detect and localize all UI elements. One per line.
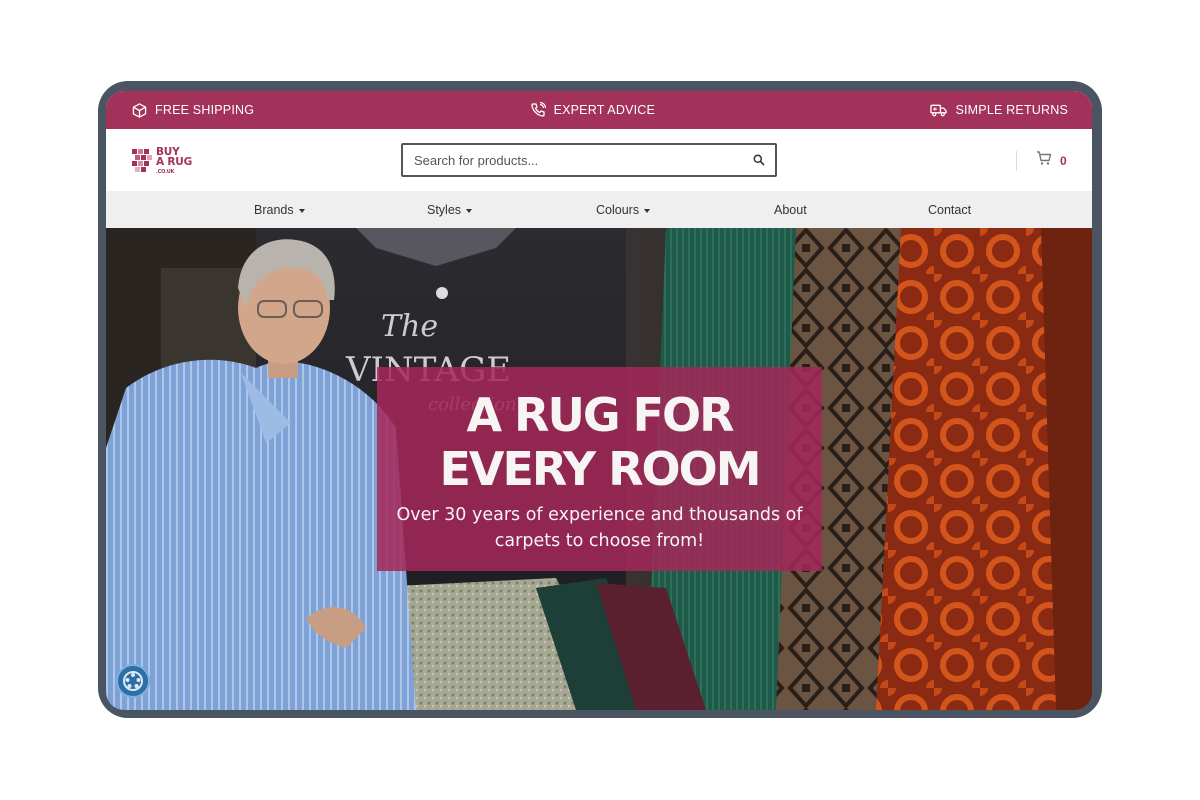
box-icon xyxy=(132,102,147,118)
main-nav: Brands Styles Colours About Contact xyxy=(106,191,1092,228)
nav-brands[interactable]: Brands xyxy=(254,191,305,228)
hero-banner: The VINTAGE collection A RUG FOR xyxy=(106,228,1092,710)
nav-colours[interactable]: Colours xyxy=(596,191,651,228)
promo-label: SIMPLE RETURNS xyxy=(955,103,1068,117)
promo-label: EXPERT ADVICE xyxy=(553,103,656,117)
promo-bar: FREE SHIPPING EXPERT ADVICE SIMPLE RETUR… xyxy=(106,91,1092,129)
promo-label: FREE SHIPPING xyxy=(155,103,255,117)
hero-callout: A RUG FOR EVERY ROOM Over 30 years of ex… xyxy=(377,367,822,571)
site-logo[interactable]: BUY A RUG .CO.UK xyxy=(132,147,212,175)
promo-free-shipping[interactable]: FREE SHIPPING xyxy=(132,102,255,118)
cart-icon xyxy=(1036,150,1052,171)
chevron-down-icon xyxy=(466,208,473,213)
promo-expert-advice[interactable]: EXPERT ADVICE xyxy=(530,102,655,118)
truck-icon xyxy=(930,103,948,117)
backdrop-text: The xyxy=(381,309,438,344)
search-input[interactable] xyxy=(403,145,743,175)
accessibility-icon xyxy=(123,671,143,691)
nav-label: Styles xyxy=(427,202,462,217)
cart-button[interactable]: 0 xyxy=(1036,150,1067,171)
nav-label: About xyxy=(774,202,807,217)
promo-simple-returns[interactable]: SIMPLE RETURNS xyxy=(930,103,1068,117)
browser-screen: FREE SHIPPING EXPERT ADVICE SIMPLE RETUR… xyxy=(106,91,1092,710)
nav-styles[interactable]: Styles xyxy=(427,191,473,228)
logo-suffix: .CO.UK xyxy=(156,169,175,175)
search-box xyxy=(401,143,777,177)
phone-icon xyxy=(530,102,546,118)
logo-line-2: A RUG xyxy=(156,156,193,168)
cart-count: 0 xyxy=(1060,153,1067,168)
search-icon[interactable] xyxy=(753,153,767,167)
logo-mark-icon xyxy=(132,149,152,172)
hero-title-line-1: A RUG FOR xyxy=(466,388,734,442)
hero-subtitle: Over 30 years of experience and thousand… xyxy=(396,505,803,551)
nav-about[interactable]: About xyxy=(774,191,807,228)
site-header: BUY A RUG .CO.UK 0 xyxy=(106,129,1092,191)
nav-label: Brands xyxy=(254,202,294,217)
hero-title: A RUG FOR EVERY ROOM xyxy=(377,388,822,496)
header-divider xyxy=(1016,151,1017,171)
accessibility-button[interactable] xyxy=(116,664,150,698)
chevron-down-icon xyxy=(644,208,651,213)
logo-wordmark: BUY A RUG .CO.UK xyxy=(156,147,192,177)
hero-title-line-2: EVERY ROOM xyxy=(439,442,761,496)
chevron-down-icon xyxy=(298,208,305,213)
nav-contact[interactable]: Contact xyxy=(928,191,971,228)
nav-label: Colours xyxy=(596,202,640,217)
nav-label: Contact xyxy=(928,202,972,217)
